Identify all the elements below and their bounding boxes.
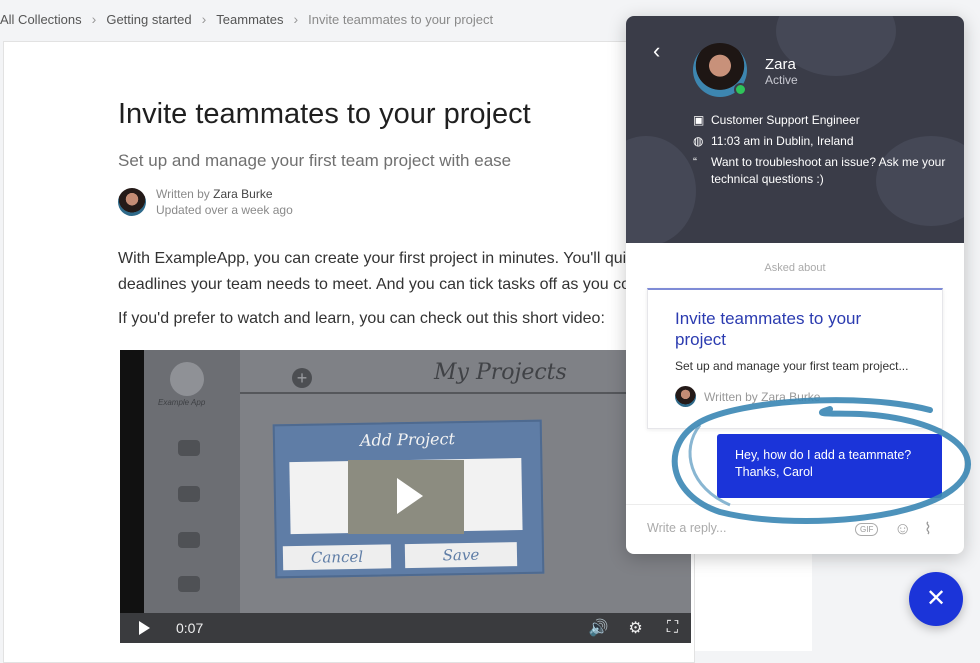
sketch-sidebar: Example App (144, 350, 240, 643)
sketch-title: My Projects (434, 360, 567, 385)
breadcrumb: All Collections › Getting started › Team… (0, 11, 493, 27)
play-icon (138, 621, 150, 635)
asked-about-label: Asked about (764, 262, 826, 274)
author-name: Zara Burke (213, 187, 273, 201)
article-preview-card[interactable]: Invite teammates to your project Set up … (647, 288, 943, 429)
sketch-logo (170, 362, 204, 396)
agent-local-time: ◍ 11:03 am in Dublin, Ireland (693, 134, 854, 148)
chevron-right-icon: › (293, 11, 299, 27)
article-title: Invite teammates to your project (118, 98, 531, 130)
back-arrow-icon[interactable]: ‹ (653, 38, 660, 64)
chevron-right-icon: › (201, 11, 207, 27)
sketch-user-icon (178, 440, 200, 456)
breadcrumb-link-all-collections[interactable]: All Collections (0, 12, 82, 27)
online-indicator (734, 83, 747, 96)
volume-icon[interactable]: 🔊 (580, 618, 617, 638)
breadcrumb-current: Invite teammates to your project (308, 11, 494, 27)
article-paragraph-1: With ExampleApp, you can create your fir… (118, 250, 656, 293)
sketch-inbox-icon (178, 486, 200, 502)
article-subtitle: Set up and manage your first team projec… (118, 151, 512, 170)
updated-text: Updated over a week ago (156, 203, 293, 217)
video-play-button[interactable] (120, 613, 168, 643)
quote-icon: “ (693, 155, 697, 169)
sketch-save-button: Save (404, 542, 518, 569)
chevron-right-icon: › (91, 11, 97, 27)
attachment-icon[interactable]: ⌇ (924, 519, 932, 539)
user-message-bubble: Hey, how do I add a teammate? Thanks, Ca… (717, 434, 942, 498)
agent-name: Zara (765, 56, 796, 73)
sketch-logo-text: Example App (158, 398, 206, 407)
close-icon: ✕ (925, 585, 947, 612)
sketch-chat-icon (178, 532, 200, 548)
sketch-plus-icon: + (292, 368, 312, 388)
close-messenger-button[interactable]: ✕ (909, 572, 963, 626)
settings-icon[interactable]: ⚙ (617, 618, 654, 638)
sketch-cancel-button: Cancel (282, 544, 392, 571)
chat-messenger: ‹ Zara Active ▣ Customer Support Enginee… (626, 16, 964, 554)
sketch-dialog-title: Add Project (359, 429, 456, 450)
chat-header: ‹ Zara Active ▣ Customer Support Enginee… (626, 16, 964, 243)
agent-role: ▣ Customer Support Engineer (693, 113, 860, 127)
card-subtitle: Set up and manage your first team projec… (675, 359, 909, 373)
video-player[interactable]: Example App + My Projects Add Project Ca… (120, 350, 691, 643)
author-avatar (118, 188, 146, 216)
fullscreen-icon[interactable]: ⛶ (654, 619, 691, 637)
agent-quote: “ Want to troubleshoot an issue? Ask me … (693, 155, 946, 186)
reply-composer: Write a reply... GIF ☺ ⌇ (626, 504, 964, 554)
video-time: 0:07 (176, 620, 204, 636)
breadcrumb-link-teammates[interactable]: Teammates (216, 12, 283, 27)
card-author-avatar (675, 386, 696, 407)
sketch-star-icon (178, 576, 200, 592)
play-icon (397, 478, 423, 514)
card-author: Written by Zara Burke (675, 386, 820, 407)
globe-icon: ◍ (693, 134, 704, 148)
article-paragraph-2: If you'd prefer to watch and learn, you … (118, 310, 605, 327)
breadcrumb-link-getting-started[interactable]: Getting started (106, 12, 191, 27)
written-by-label: Written by (156, 187, 210, 201)
reply-input[interactable]: Write a reply... (647, 521, 726, 535)
card-title: Invite teammates to your project (675, 309, 862, 349)
video-controls: 0:07 🔊 ⚙ ⛶ (120, 613, 691, 643)
article-author: Written by Zara Burke Updated over a wee… (118, 186, 293, 218)
briefcase-icon: ▣ (693, 113, 705, 127)
gif-button[interactable]: GIF (855, 523, 879, 536)
emoji-icon[interactable]: ☺ (894, 519, 911, 539)
agent-status: Active (765, 73, 798, 87)
